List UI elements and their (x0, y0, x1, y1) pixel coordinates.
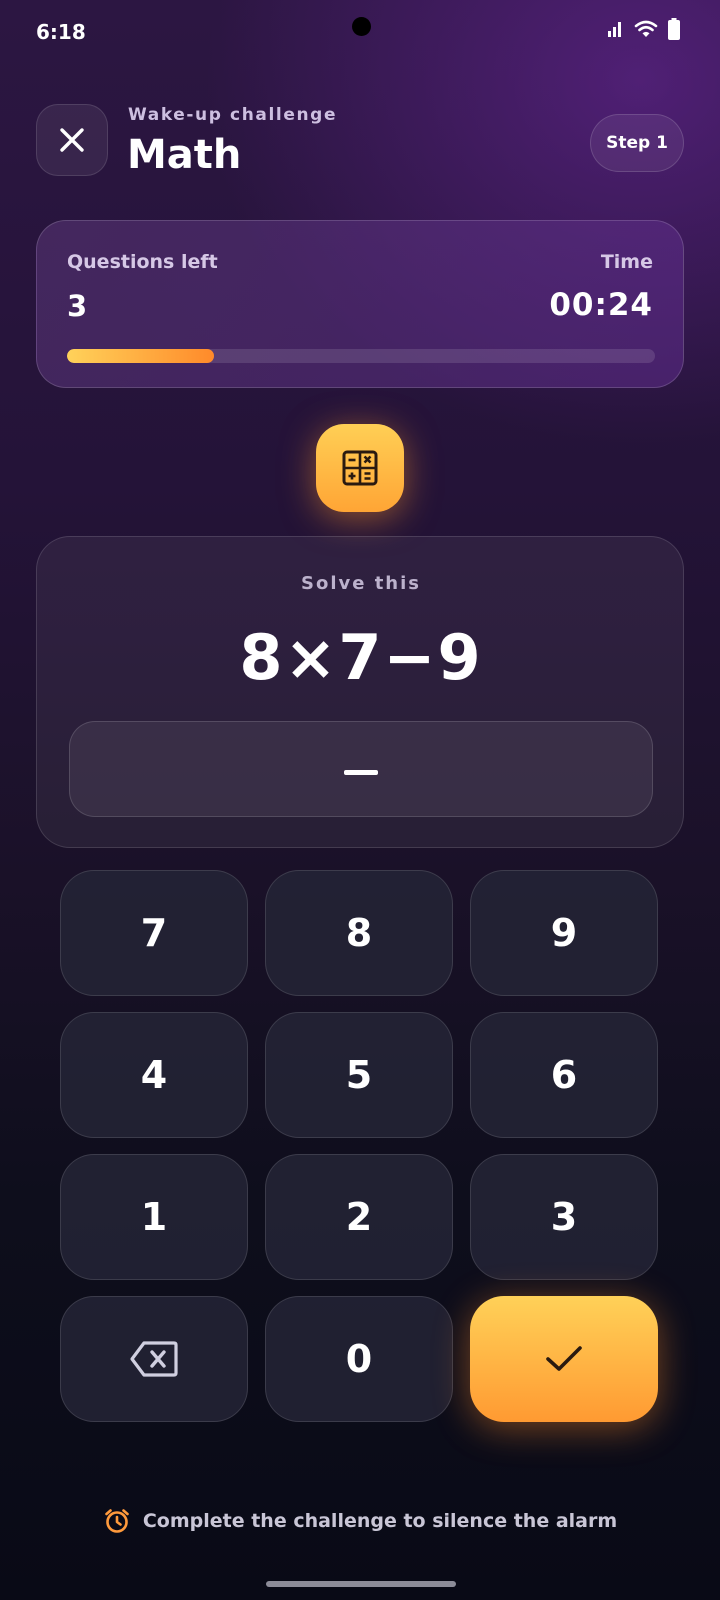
status-icons (608, 18, 680, 40)
page-title: Math (127, 132, 242, 178)
signal-icon (608, 22, 621, 37)
calculator-badge (316, 424, 404, 512)
checkmark-icon (546, 1346, 582, 1371)
key-1[interactable]: 1 (60, 1154, 248, 1280)
progress-track (67, 349, 655, 363)
header-subtitle: Wake-up challenge (128, 105, 338, 125)
key-9[interactable]: 9 (470, 870, 658, 996)
questions-left-value: 3 (67, 289, 88, 323)
backspace-button[interactable] (60, 1296, 248, 1422)
footer-hint: Complete the challenge to silence the al… (0, 1507, 720, 1535)
confirm-button[interactable] (470, 1296, 658, 1422)
question-label: Solve this (300, 573, 421, 594)
key-3[interactable]: 3 (470, 1154, 658, 1280)
status-bar: 6:18 (0, 0, 720, 64)
math-expression: 8×7−9 (239, 621, 483, 694)
footer-hint-text: Complete the challenge to silence the al… (142, 1510, 618, 1532)
time-value: 00:24 (549, 287, 653, 323)
question-card: Solve this 8×7−9 (36, 536, 684, 848)
alarm-clock-icon (105, 1509, 129, 1533)
backspace-icon (130, 1341, 178, 1377)
key-0[interactable]: 0 (265, 1296, 453, 1422)
key-2[interactable]: 2 (265, 1154, 453, 1280)
key-8[interactable]: 8 (265, 870, 453, 996)
status-time: 6:18 (36, 20, 86, 44)
progress-card: Questions left Time 3 00:24 (36, 220, 684, 388)
answer-field[interactable] (69, 721, 653, 817)
answer-placeholder-dash (344, 769, 378, 775)
time-label: Time (600, 251, 653, 273)
camera-cutout (352, 17, 371, 36)
key-6[interactable]: 6 (470, 1012, 658, 1138)
battery-icon (668, 18, 680, 40)
step-badge: Step 1 (590, 114, 684, 172)
calculator-icon (342, 450, 378, 486)
key-7[interactable]: 7 (60, 870, 248, 996)
close-icon (60, 128, 84, 152)
key-4[interactable]: 4 (60, 1012, 248, 1138)
home-indicator[interactable] (266, 1581, 456, 1587)
progress-fill (67, 349, 214, 363)
wifi-icon (634, 20, 658, 37)
questions-left-label: Questions left (67, 251, 218, 273)
key-5[interactable]: 5 (265, 1012, 453, 1138)
close-button[interactable] (36, 104, 108, 176)
